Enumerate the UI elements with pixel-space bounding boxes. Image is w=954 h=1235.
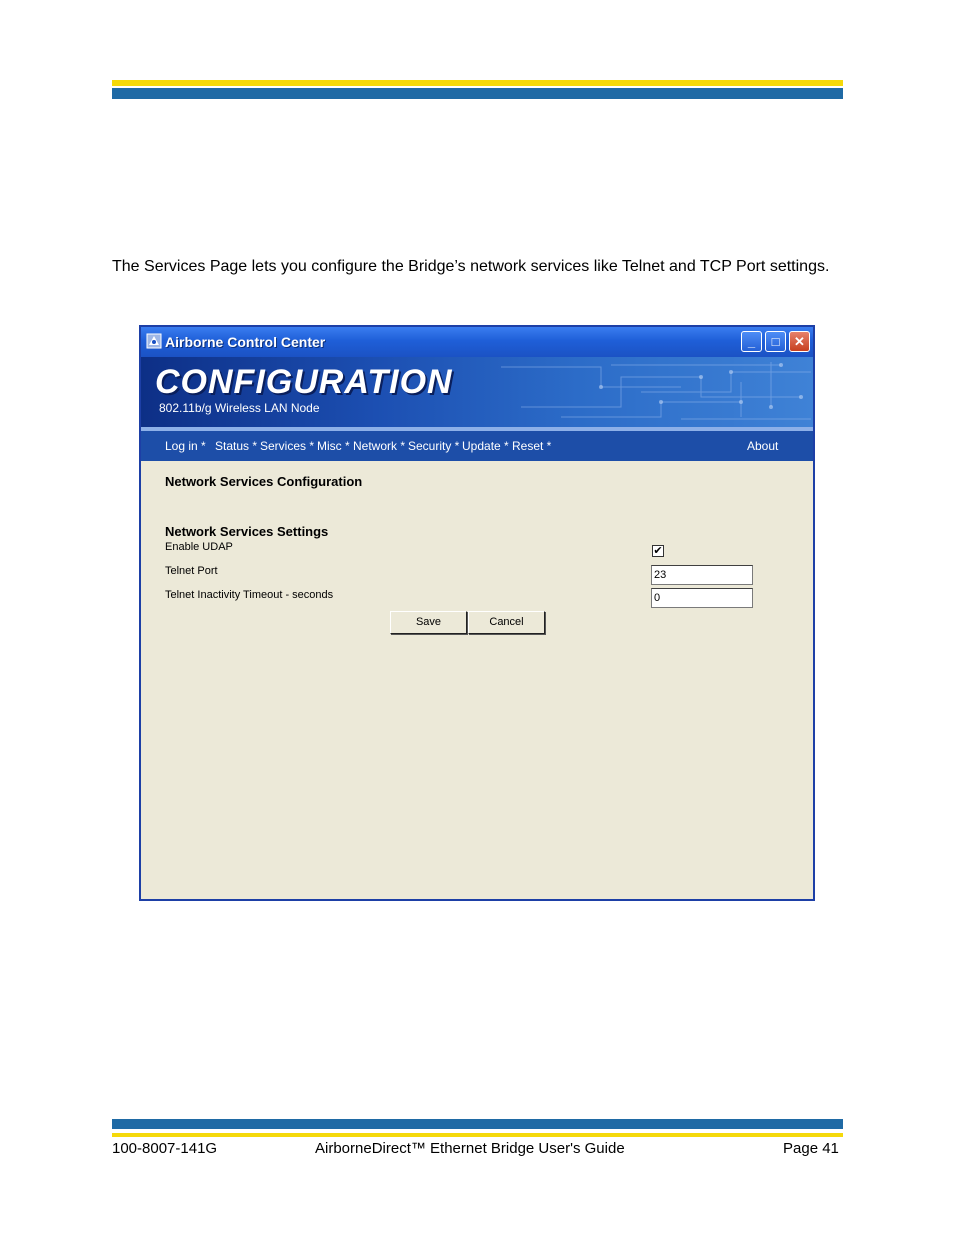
nav-item-reset[interactable]: Reset * bbox=[512, 439, 551, 453]
minimize-button[interactable]: _ bbox=[741, 331, 762, 352]
app-logo-icon bbox=[146, 333, 162, 349]
banner-subtitle: 802.11b/g Wireless LAN Node bbox=[159, 401, 320, 415]
telnet-timeout-label: Telnet Inactivity Timeout - seconds bbox=[165, 589, 334, 601]
close-button[interactable]: ✕ bbox=[789, 331, 810, 352]
enable-udap-checkbox[interactable]: ✔ bbox=[652, 545, 664, 557]
intro-paragraph: The Services Page lets you configure the… bbox=[112, 258, 830, 275]
window-title: Airborne Control Center bbox=[165, 334, 326, 350]
footer-yellow-rule bbox=[112, 1133, 843, 1137]
nav-item-network[interactable]: Network * bbox=[353, 439, 405, 453]
configuration-banner: CONFIGURATION 802.11b/g Wireless LAN Nod… bbox=[141, 357, 813, 427]
page-title: Network Services Configuration bbox=[165, 474, 363, 489]
header-blue-rule bbox=[112, 88, 843, 99]
nav-item-misc[interactable]: Misc * bbox=[317, 439, 350, 453]
footer-doc-number: 100-8007-141G bbox=[112, 1140, 218, 1157]
nav-bar: Log in * Status * Services * Misc * Netw… bbox=[141, 431, 813, 461]
nav-item-security[interactable]: Security * bbox=[408, 439, 459, 453]
title-bar: Airborne Control Center _ □ ✕ bbox=[141, 327, 813, 357]
cancel-button[interactable]: Cancel bbox=[468, 611, 545, 634]
header-yellow-rule bbox=[112, 80, 843, 86]
telnet-port-label: Telnet Port bbox=[165, 565, 218, 577]
telnet-timeout-input[interactable]: 0 bbox=[651, 588, 753, 608]
nav-item-services[interactable]: Services * bbox=[260, 439, 314, 453]
save-button[interactable]: Save bbox=[390, 611, 467, 634]
banner-title: CONFIGURATION bbox=[155, 363, 453, 401]
nav-item-status[interactable]: Status * bbox=[215, 439, 257, 453]
nav-item-log-in[interactable]: Log in * bbox=[165, 439, 206, 453]
enable-udap-label: Enable UDAP bbox=[165, 541, 233, 553]
nav-item-update[interactable]: Update * bbox=[462, 439, 509, 453]
footer-doc-title: AirborneDirect™ Ethernet Bridge User's G… bbox=[315, 1140, 625, 1157]
app-window-screenshot: Airborne Control Center _ □ ✕ CONFIGURAT… bbox=[139, 325, 815, 901]
maximize-button[interactable]: □ bbox=[765, 331, 786, 352]
nav-item-about[interactable]: About bbox=[747, 439, 778, 453]
footer-page-number: Page 41 bbox=[783, 1140, 839, 1157]
section-title: Network Services Settings bbox=[165, 524, 329, 539]
footer-blue-rule bbox=[112, 1119, 843, 1129]
telnet-port-input[interactable]: 23 bbox=[651, 565, 753, 585]
